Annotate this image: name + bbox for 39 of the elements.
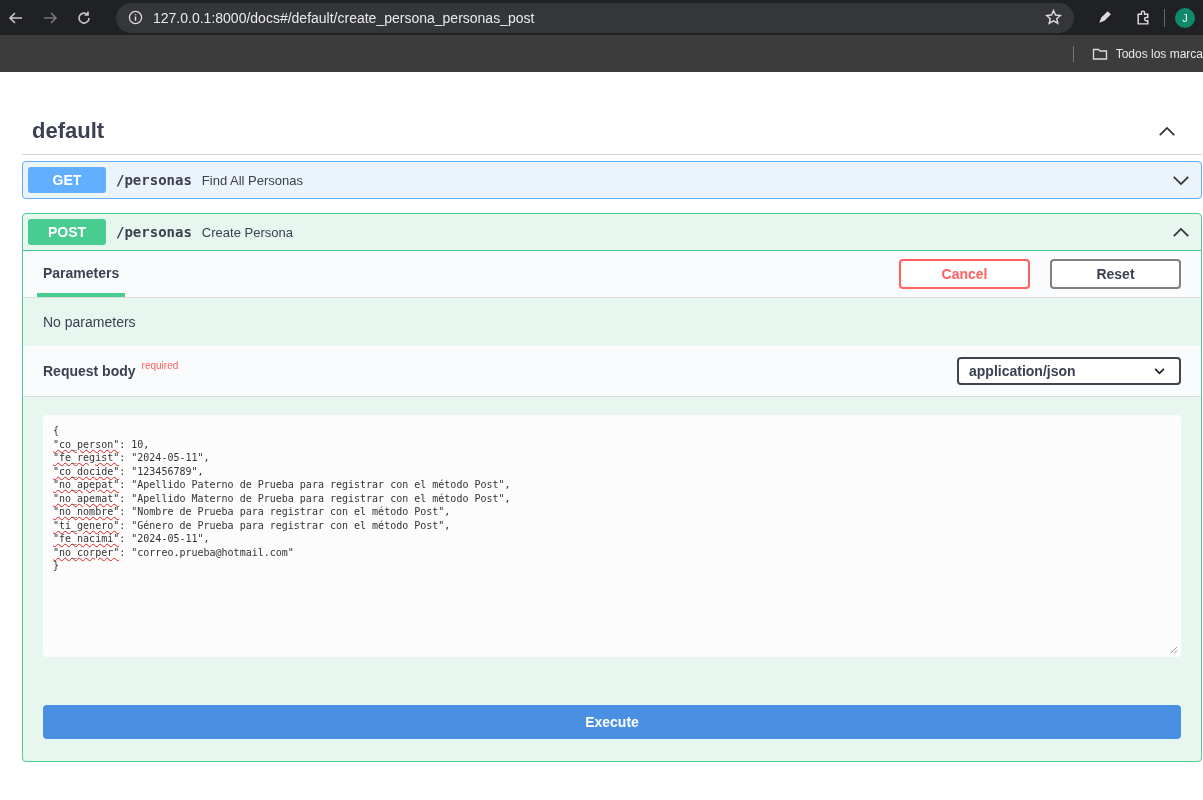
parameters-tab[interactable]: Parameters [37, 251, 126, 297]
code-line: "co_person": 10, [53, 437, 151, 451]
endpoint-summary: Create Persona [201, 224, 293, 240]
back-icon[interactable] [8, 9, 24, 26]
pen-icon[interactable] [1096, 9, 1113, 26]
content-type-select[interactable]: application/json [957, 357, 1181, 385]
info-icon[interactable] [128, 10, 143, 25]
star-icon[interactable] [1045, 9, 1062, 26]
section-title[interactable]: default [32, 118, 105, 144]
caret-icon [1154, 367, 1165, 375]
required-label: required [141, 360, 179, 371]
bookmark-folder[interactable]: Todos los marca [1115, 46, 1203, 61]
method-badge: GET [28, 167, 106, 193]
reload-icon[interactable] [76, 9, 92, 26]
endpoint-path[interactable]: /personas [116, 224, 192, 240]
code-line: "no_corper": "correo.prueba@hotmail.com" [53, 545, 295, 559]
code-line: "fe_regist": "2024-05-11", [53, 451, 211, 465]
code-line: "fe_nacimi": "2024-05-11", [53, 532, 211, 546]
code-line: "no_apepat": "Apellido Paterno de Prueba para registrar con el método Post", [53, 478, 512, 492]
chevron-icon[interactable] [1158, 125, 1176, 137]
chevron-icon[interactable] [1172, 226, 1190, 238]
method-badge: POST [28, 219, 106, 245]
code-line: "co_docide": "123456789", [53, 464, 205, 478]
code-line: { [53, 424, 61, 438]
reset-button[interactable]: Reset [1050, 259, 1181, 289]
url-text: 127.0.0.1:8000/docs#/default/create_persona_personas_post [153, 9, 536, 26]
endpoint-path[interactable]: /personas [116, 172, 192, 188]
forward-icon[interactable] [42, 9, 58, 26]
chevron-icon[interactable] [1172, 174, 1190, 186]
profile-avatar[interactable]: J [1175, 7, 1195, 28]
request-body-label: Request body [43, 363, 136, 379]
address-bar[interactable]: 127.0.0.1:8000/docs#/default/create_persona_personas_post [116, 2, 1074, 33]
endpoint-summary: Find All Personas [201, 172, 304, 188]
code-line: "no_apemat": "Apellido Materno de Prueba para registrar con el método Post", [53, 491, 512, 505]
code-line: "no_nombre": "Nombre de Prueba para registrar con el método Post", [53, 505, 452, 519]
code-line: } [53, 559, 61, 573]
code-line: "ti_genero": "Género de Prueba para registrar con el método Post", [53, 518, 452, 532]
no-parameters-text: No parameters [43, 314, 136, 330]
resize-handle-icon[interactable] [1169, 645, 1178, 654]
